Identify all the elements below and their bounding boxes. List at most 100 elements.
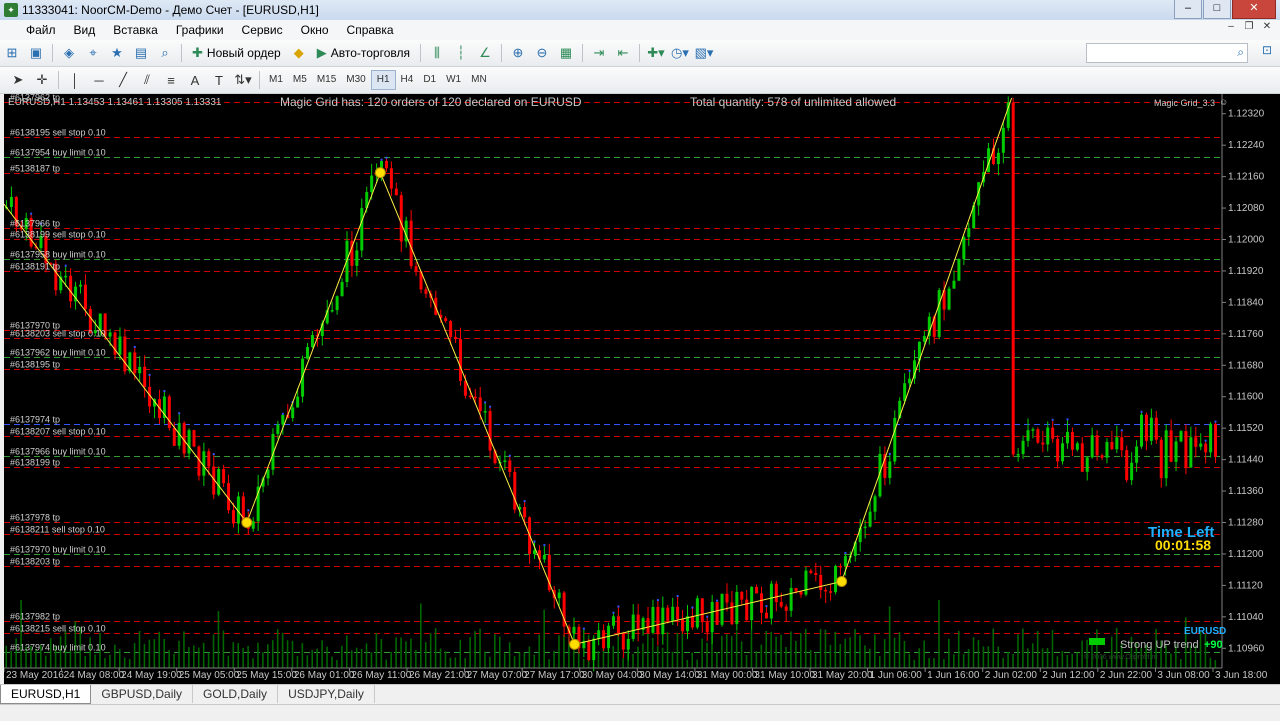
price-chart[interactable]: #6137962 tp #6138195 sell stop 0.10 #61379… bbox=[4, 94, 1280, 684]
text-button[interactable]: A bbox=[185, 70, 205, 90]
new-chart-button[interactable]: ⊞ bbox=[2, 43, 22, 63]
close-button[interactable]: ✕ bbox=[1232, 0, 1276, 19]
menu-view[interactable]: Вид bbox=[65, 23, 105, 37]
timeframe-m5[interactable]: M5 bbox=[288, 71, 312, 89]
channel-button[interactable]: ⫽ bbox=[137, 70, 157, 90]
volume-bar bbox=[123, 657, 126, 668]
volume-bar bbox=[479, 628, 481, 668]
time-tick-label: 1 Jun 16:00 bbox=[927, 670, 980, 681]
tab-gold-daily[interactable]: GOLD,Daily bbox=[193, 685, 279, 703]
terminal-button[interactable]: ▤ bbox=[131, 43, 151, 63]
candle-body bbox=[799, 591, 803, 595]
menu-help[interactable]: Справка bbox=[338, 23, 403, 37]
star-folder-icon: ★ bbox=[111, 45, 123, 60]
periods-button[interactable]: ◷▾ bbox=[670, 43, 690, 63]
volume-bar bbox=[188, 647, 190, 668]
price-tick-label: 1.11440 bbox=[1228, 455, 1264, 466]
window-title: 11333041: NoorCM-Demo - Демо Счет - [EUR… bbox=[22, 3, 319, 17]
volume-bar bbox=[306, 655, 309, 668]
cursor-button[interactable]: ➤ bbox=[8, 70, 28, 90]
volume-bar bbox=[271, 640, 274, 668]
new-order-button[interactable]: ✚ Новый ордер bbox=[188, 43, 285, 63]
volume-bar bbox=[197, 647, 200, 668]
volume-bar bbox=[326, 646, 328, 668]
search-icon[interactable]: ⌕ bbox=[1237, 45, 1244, 60]
tab-eurusd-h1[interactable]: EURUSD,H1 bbox=[0, 685, 92, 704]
autotrading-button[interactable]: ▶ Авто-торговля bbox=[313, 43, 414, 63]
timeframe-d1[interactable]: D1 bbox=[418, 71, 441, 89]
vertical-line-button[interactable]: │ bbox=[65, 70, 85, 90]
volume-bar bbox=[558, 635, 560, 668]
menu-insert[interactable]: Вставка bbox=[104, 23, 167, 37]
clock-icon: ◷▾ bbox=[671, 45, 689, 60]
menu-file[interactable]: Файл bbox=[0, 23, 65, 37]
menu-tools[interactable]: Сервис bbox=[233, 23, 292, 37]
volume-bar bbox=[869, 648, 871, 668]
candle-body bbox=[592, 638, 596, 660]
minimize-button[interactable]: ‒ bbox=[1174, 0, 1202, 19]
timeframe-h1[interactable]: H1 bbox=[370, 70, 396, 90]
chart-canvas[interactable]: #6137962 tp#6138195 sell stop 0.10#61379… bbox=[4, 94, 1280, 684]
timeframe-mn[interactable]: MN bbox=[466, 71, 492, 89]
strategy-tester-button[interactable]: ⌕ bbox=[155, 43, 175, 63]
arrows-icon: ⇅▾ bbox=[234, 72, 252, 87]
volume-bar bbox=[829, 644, 832, 668]
order-label: #6137966 tp bbox=[10, 219, 60, 229]
candle-body bbox=[1046, 427, 1050, 445]
zoom-in-button[interactable]: ⊕ bbox=[508, 43, 528, 63]
time-tick-label: 3 Jun 18:00 bbox=[1215, 670, 1268, 681]
fibonacci-button[interactable]: ≡ bbox=[161, 70, 181, 90]
mdi-close-button[interactable]: ✕ bbox=[1258, 21, 1276, 37]
tab-usdjpy-daily[interactable]: USDJPY,Daily bbox=[278, 685, 375, 703]
volume-bar bbox=[94, 654, 96, 668]
bar-chart-button[interactable]: ⫼ bbox=[427, 43, 447, 63]
trendline-button[interactable]: ╱ bbox=[113, 70, 133, 90]
volume-bar bbox=[647, 633, 649, 668]
maximize-button[interactable]: □ bbox=[1203, 0, 1231, 19]
chart-shift-button[interactable]: ⇤ bbox=[613, 43, 633, 63]
volume-bar bbox=[1209, 657, 1212, 668]
tile-windows-button[interactable]: ▦ bbox=[556, 43, 576, 63]
volume-bar bbox=[721, 635, 723, 668]
timeframe-h4[interactable]: H4 bbox=[396, 71, 419, 89]
volume-bar bbox=[928, 658, 930, 668]
volume-bar bbox=[212, 634, 215, 668]
time-tick-label: 26 May 21:00 bbox=[409, 670, 470, 681]
order-label: #6138195 sell stop 0.10 bbox=[10, 128, 106, 138]
navigator-button[interactable]: ★ bbox=[107, 43, 127, 63]
timeframe-m15[interactable]: M15 bbox=[312, 71, 341, 89]
menu-charts[interactable]: Графики bbox=[167, 23, 233, 37]
search-input[interactable]: ⌕ bbox=[1086, 43, 1248, 63]
help-icon[interactable]: ⊡ bbox=[1262, 43, 1272, 57]
order-label: #6137970 buy limit 0.10 bbox=[10, 545, 106, 555]
mdi-minimize-button[interactable]: ‒ bbox=[1222, 21, 1240, 37]
volume-bar bbox=[883, 639, 886, 668]
templates-button[interactable]: ▧▾ bbox=[694, 43, 714, 63]
crosshair-button[interactable]: ✛ bbox=[32, 70, 52, 90]
volume-bar bbox=[903, 641, 906, 668]
market-watch-button[interactable]: ◈ bbox=[59, 43, 79, 63]
volume-bar bbox=[183, 631, 185, 668]
candlesticks-button[interactable]: ┆ bbox=[451, 43, 471, 63]
timeframe-m30[interactable]: M30 bbox=[341, 71, 370, 89]
volume-bar bbox=[923, 640, 925, 668]
indicators-button[interactable]: ✚▾ bbox=[646, 43, 666, 63]
line-chart-button[interactable]: ∠ bbox=[475, 43, 495, 63]
horizontal-line-button[interactable]: ─ bbox=[89, 70, 109, 90]
timeframe-m1[interactable]: M1 bbox=[264, 71, 288, 89]
autoscroll-button[interactable]: ⇥ bbox=[589, 43, 609, 63]
text-label-button[interactable]: T bbox=[209, 70, 229, 90]
metaeditor-button[interactable]: ◆ bbox=[289, 43, 309, 63]
candle-body bbox=[769, 583, 773, 619]
swing-marker bbox=[523, 500, 526, 503]
zoom-out-button[interactable]: ⊖ bbox=[532, 43, 552, 63]
arrows-button[interactable]: ⇅▾ bbox=[233, 70, 253, 90]
mdi-restore-button[interactable]: ❐ bbox=[1240, 21, 1258, 37]
profiles-button[interactable]: ▣ bbox=[26, 43, 46, 63]
data-window-button[interactable]: ⌖ bbox=[83, 43, 103, 63]
timeframe-w1[interactable]: W1 bbox=[441, 71, 466, 89]
order-label: #6138203 tp bbox=[10, 557, 60, 567]
tab-gbpusd-daily[interactable]: GBPUSD,Daily bbox=[91, 685, 194, 703]
volume-bar bbox=[153, 639, 156, 668]
menu-window[interactable]: Окно bbox=[292, 23, 338, 37]
